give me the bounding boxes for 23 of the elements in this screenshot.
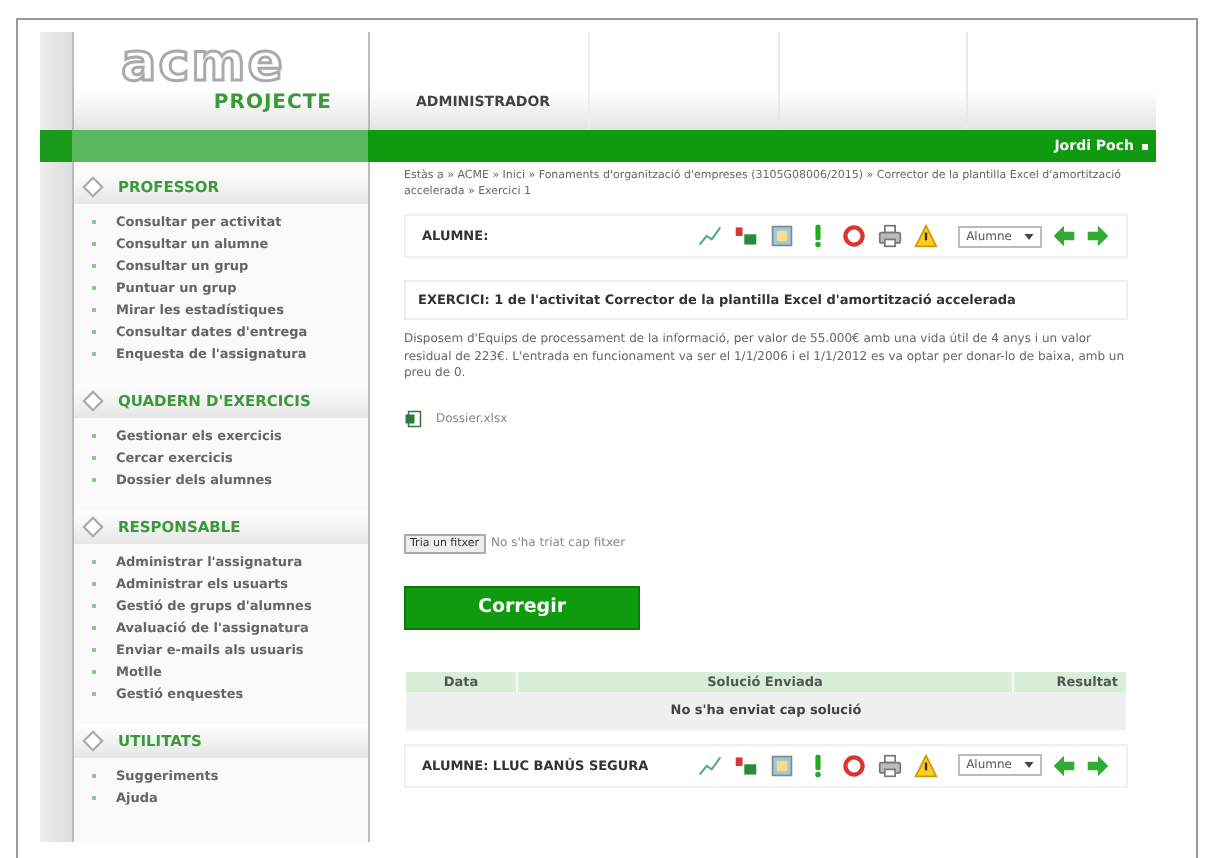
logo-subtitle: PROJECTE [213,92,332,114]
spreadsheet-icon [404,409,422,427]
image-icon[interactable] [770,753,795,777]
printer-icon[interactable] [878,224,903,248]
image-icon[interactable] [770,224,795,248]
square-icon [1142,143,1148,149]
left-arrow-icon[interactable] [1052,753,1076,777]
right-arrow-icon[interactable] [1086,224,1110,248]
caret-icon [1024,762,1034,768]
printer-icon[interactable] [878,753,903,777]
diamond-icon [82,176,104,198]
diamond-icon [82,730,104,752]
caret-icon [1024,233,1034,239]
diamond-icon [82,516,104,538]
line-chart-icon[interactable] [698,753,723,777]
submit-button[interactable]: Corregir [404,585,640,629]
warning-icon[interactable] [914,224,939,248]
right-arrow-icon[interactable] [1086,753,1110,777]
diamond-icon [82,390,104,412]
warning-icon[interactable] [914,753,939,777]
left-arrow-icon[interactable] [1052,224,1076,248]
logo: acme [121,36,285,92]
line-chart-icon[interactable] [698,224,723,248]
